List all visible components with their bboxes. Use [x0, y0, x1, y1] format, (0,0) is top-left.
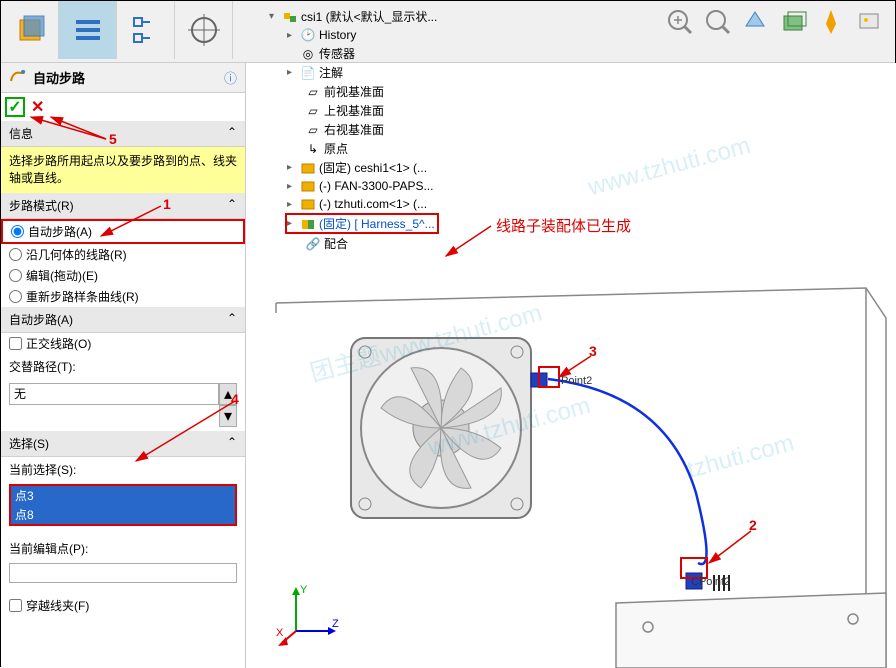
display-icon[interactable]: [775, 3, 811, 39]
annotation-icon: 📄: [300, 65, 316, 81]
tree-item-top-plane[interactable]: ▱ 上视基准面: [303, 101, 439, 120]
radio-reroute-spline[interactable]: 重新步路样条曲线(R): [1, 286, 245, 307]
ok-button[interactable]: ✓: [5, 97, 25, 117]
harness-icon: [300, 216, 316, 232]
list-item[interactable]: 点3: [11, 486, 235, 505]
mode-header[interactable]: 步路模式(R) ⌃: [1, 193, 245, 219]
through-clip-checkbox[interactable]: [9, 599, 22, 612]
tree-item-front-plane[interactable]: ▱ 前视基准面: [303, 82, 439, 101]
tree-item-right-plane[interactable]: ▱ 右视基准面: [303, 120, 439, 139]
cancel-button[interactable]: ✕: [31, 97, 44, 117]
annotation-harness-text: 线路子装配体已生成: [496, 215, 631, 236]
annotation-2: 2: [749, 517, 757, 533]
annotation-5: 5: [109, 131, 117, 147]
svg-text:Z: Z: [332, 618, 339, 630]
action-row: ✓ ✕: [1, 93, 245, 121]
expand-icon[interactable]: ▸: [287, 67, 297, 78]
radio-auto[interactable]: [11, 225, 24, 238]
ortho-check-row[interactable]: 正交线路(O): [1, 333, 245, 354]
plane-icon: ▱: [305, 122, 321, 138]
point-label-2: CPoint2: [691, 576, 730, 588]
radio-geom[interactable]: [9, 248, 22, 261]
radio-spline[interactable]: [9, 290, 22, 303]
tab-config[interactable]: [59, 1, 117, 59]
expand-icon[interactable]: ▸: [287, 218, 297, 229]
expand-icon[interactable]: ▸: [287, 199, 297, 210]
tab-feature[interactable]: [1, 1, 59, 59]
property-panel: 自动步路 ⓘ ✓ ✕ 信息 ⌃ 选择步路所用起点以及要步路到的点、线夹轴或直线。…: [1, 63, 246, 668]
section-icon[interactable]: [737, 3, 773, 39]
scene-icon[interactable]: [851, 3, 887, 39]
svg-text:X: X: [276, 627, 284, 639]
tree-item-harness[interactable]: ▸ (固定) [ Harness_5^...: [285, 213, 439, 234]
radio-edit[interactable]: [9, 269, 22, 282]
point-label: Point2: [561, 375, 592, 387]
appearance-icon[interactable]: [813, 3, 849, 39]
zoom-area-icon[interactable]: [699, 3, 735, 39]
info-message: 选择步路所用起点以及要步路到的点、线夹轴或直线。: [1, 147, 245, 193]
tree-item-sensors[interactable]: ◎ 传感器: [285, 44, 439, 63]
sensor-icon: ◎: [300, 46, 316, 62]
collapse-icon: ⌃: [227, 197, 237, 214]
diam-label: 交替路径(T):: [1, 354, 245, 379]
tree-item-mates[interactable]: 🔗 配合: [303, 234, 439, 253]
part-icon: [300, 160, 316, 176]
edit-point-field[interactable]: [9, 563, 237, 583]
part-icon: [300, 196, 316, 212]
collapse-icon: ⌃: [227, 125, 237, 142]
dd-down[interactable]: ▾: [219, 405, 237, 427]
list-item[interactable]: 点8: [11, 505, 235, 524]
tree-item-origin[interactable]: ↳ 原点: [303, 139, 439, 158]
panel-title: 自动步路: [33, 68, 224, 87]
view-toolbar: [661, 3, 887, 39]
tree-item-ceshi[interactable]: ▸ (固定) ceshi1<1> (...: [285, 158, 439, 177]
svg-text:Y: Y: [300, 584, 308, 596]
annotation-3: 3: [589, 343, 597, 359]
route-icon: [9, 67, 27, 88]
auto-header[interactable]: 自动步路(A) ⌃: [1, 307, 245, 333]
radio-geom-route[interactable]: 沿几何体的线路(R): [1, 244, 245, 265]
history-icon: 🕑: [300, 27, 316, 43]
tab-view[interactable]: [175, 1, 233, 59]
collapse-icon: ⌃: [227, 311, 237, 328]
mate-icon: 🔗: [305, 236, 321, 252]
selection-listbox[interactable]: 点3 点8: [9, 484, 237, 526]
tree-item-history[interactable]: ▸ 🕑 History: [285, 26, 439, 44]
through-clip-row[interactable]: 穿越线夹(F): [1, 595, 245, 616]
assembly-icon: [282, 9, 298, 25]
expand-icon[interactable]: ▸: [287, 181, 297, 192]
expand-icon[interactable]: ▸: [287, 162, 297, 173]
select-header[interactable]: 选择(S) ⌃: [1, 431, 245, 457]
panel-header: 自动步路 ⓘ: [1, 63, 245, 93]
diam-dropdown[interactable]: ▴: [9, 383, 237, 405]
tab-tree[interactable]: [117, 1, 175, 59]
curr-edit-label: 当前编辑点(P):: [1, 536, 245, 561]
tree-root[interactable]: ▾ csi1 (默认<默认_显示状...: [267, 7, 439, 26]
info-header[interactable]: 信息 ⌃: [1, 121, 245, 147]
feature-tree[interactable]: ▾ csi1 (默认<默认_显示状... ▸ 🕑 History ◎ 传感器 ▸…: [263, 3, 443, 257]
curr-sel-label: 当前选择(S):: [1, 457, 245, 482]
tree-item-tzhuti[interactable]: ▸ (-) tzhuti.com<1> (...: [285, 195, 439, 213]
plane-icon: ▱: [305, 103, 321, 119]
help-icon[interactable]: ⓘ: [224, 68, 237, 87]
origin-icon: ↳: [305, 141, 321, 157]
diam-input[interactable]: [9, 383, 219, 405]
expand-icon[interactable]: ▾: [269, 11, 279, 22]
annotation-4: 4: [231, 391, 239, 407]
plane-icon: ▱: [305, 84, 321, 100]
axis-triad: Y Z X: [276, 581, 346, 656]
collapse-icon: ⌃: [227, 435, 237, 452]
tree-item-fan[interactable]: ▸ (-) FAN-3300-PAPS...: [285, 177, 439, 195]
radio-edit-drag[interactable]: 编辑(拖动)(E): [1, 265, 245, 286]
annotation-1: 1: [163, 196, 171, 212]
ortho-checkbox[interactable]: [9, 337, 22, 350]
zoom-fit-icon[interactable]: [661, 3, 697, 39]
part-icon: [300, 178, 316, 194]
expand-icon[interactable]: ▸: [287, 30, 297, 41]
radio-auto-route[interactable]: 自动步路(A): [1, 219, 245, 244]
tree-item-annotations[interactable]: ▸ 📄 注解: [285, 63, 439, 82]
